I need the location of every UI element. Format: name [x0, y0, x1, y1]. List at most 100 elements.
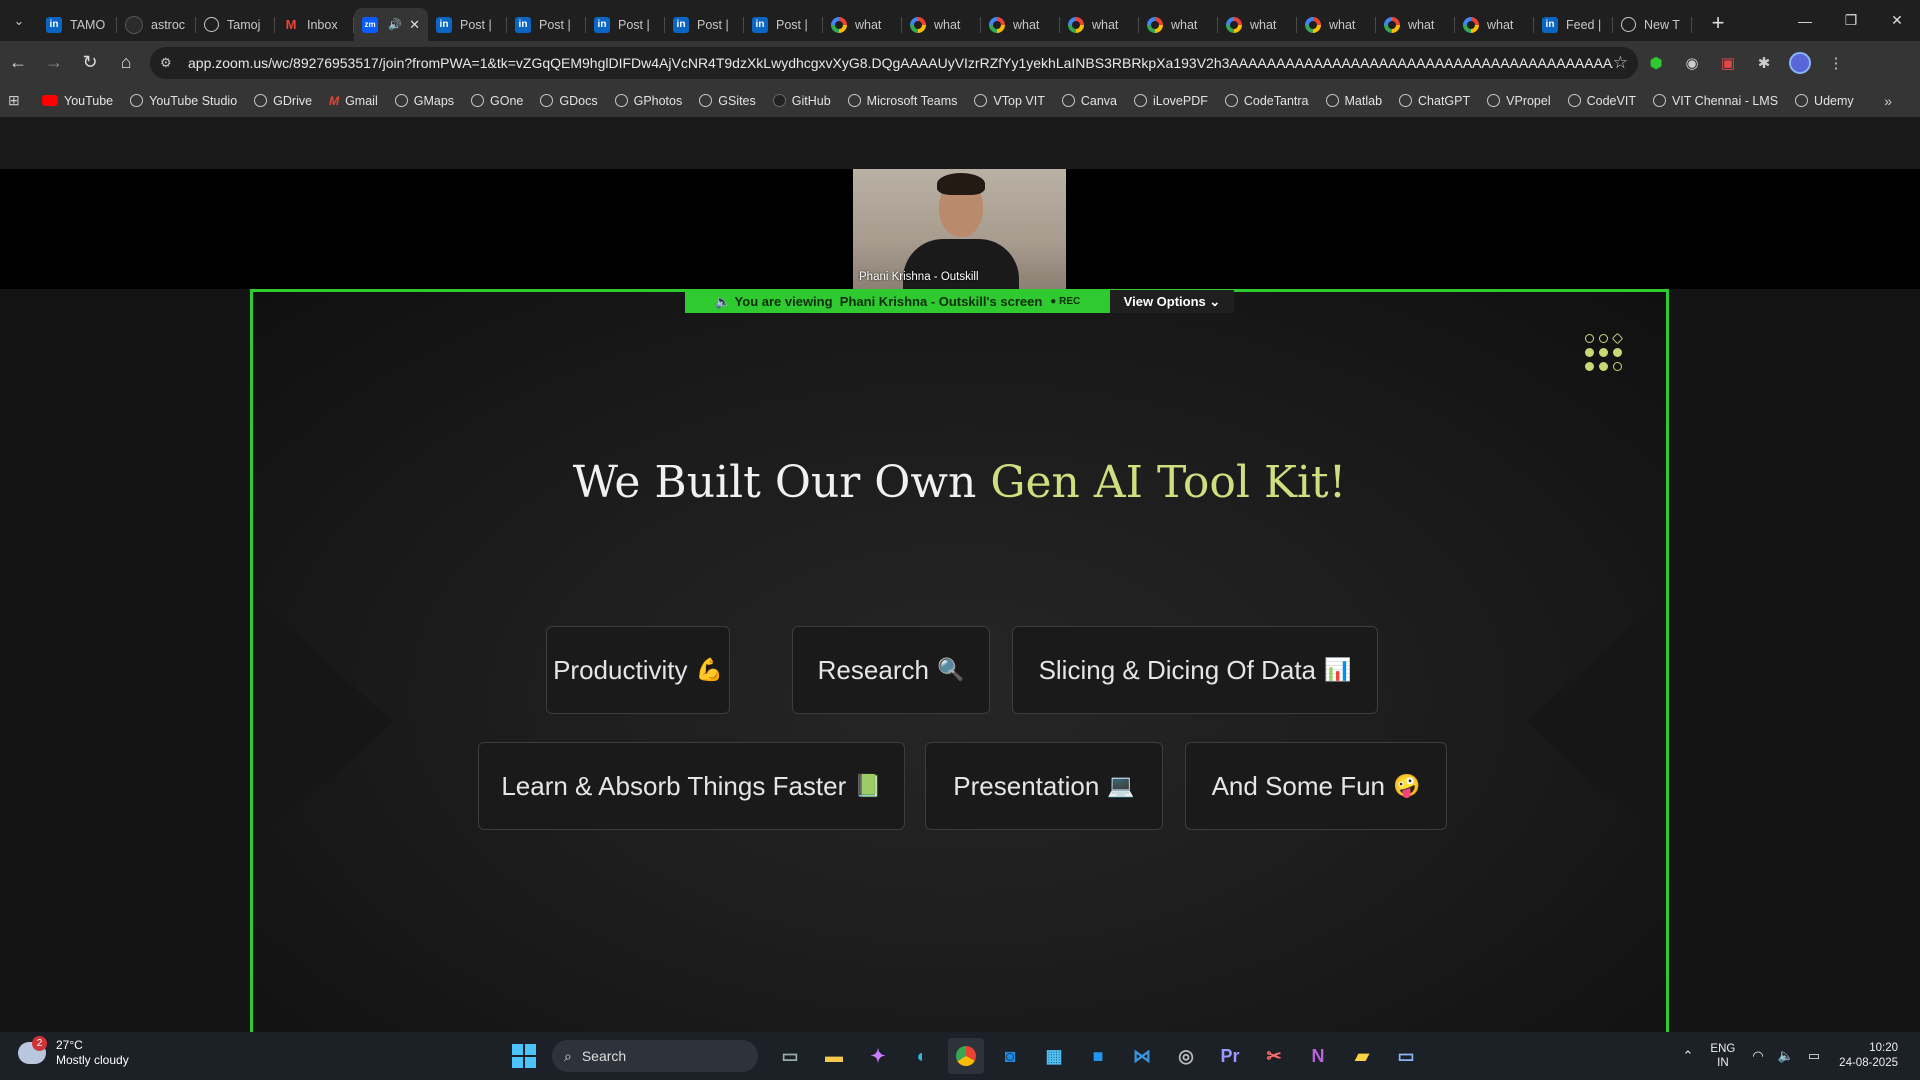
google-icon — [1305, 16, 1321, 33]
tab-linkedin-post[interactable]: in Post | — [586, 8, 665, 41]
bookmark-star-icon[interactable]: ☆ — [1613, 53, 1628, 73]
wifi-icon[interactable]: ◠ — [1752, 1048, 1763, 1064]
minimize-icon[interactable]: — — [1782, 0, 1828, 41]
bookmark-gsites[interactable]: GSites — [699, 94, 756, 108]
tab-new-tab[interactable]: New T — [1613, 8, 1692, 41]
bookmark-gdrive[interactable]: GDrive — [254, 94, 312, 108]
obs-icon[interactable]: ◎ — [1168, 1038, 1204, 1074]
bookmark-gmaps[interactable]: GMaps — [394, 94, 454, 108]
input-language[interactable]: ENG IN — [1710, 1042, 1735, 1070]
url-text[interactable]: app.zoom.us/wc/89276953517/join?fromPWA=… — [188, 55, 1613, 71]
tab-github-astro[interactable]: astroc — [117, 8, 196, 41]
taskbar-apps: ⌕ Search ▭ ▬ ✦ ◐ ◙ ▦ ■ ⋈ ◎ Pr ✂ N ▰ ▭ — [502, 1038, 1428, 1074]
restore-icon[interactable]: ❐ — [1828, 0, 1874, 41]
bookmark-gone[interactable]: GOne — [471, 94, 523, 108]
browser-menu-icon[interactable]: ⋮ — [1818, 45, 1854, 81]
show-hidden-icons-chevron-icon[interactable]: ⌃ — [1683, 1048, 1694, 1064]
bookmark-microsoft-teams[interactable]: Microsoft Teams — [847, 94, 957, 108]
tab-google-search[interactable]: what — [1218, 8, 1297, 41]
edge-icon[interactable]: ◐ — [904, 1038, 940, 1074]
bookmark-label: Canva — [1080, 93, 1117, 108]
tab-gmail-inbox[interactable]: M Inbox — [275, 8, 354, 41]
bookmark-vtop-vit[interactable]: VTop VIT — [974, 94, 1045, 108]
more-bookmarks-chevron-icon[interactable]: » — [1884, 93, 1892, 109]
clock[interactable]: 10:20 24-08-2025 — [1839, 1041, 1898, 1071]
tab-google-search[interactable]: what — [823, 8, 902, 41]
apps-grid-icon[interactable]: ⊞ — [8, 92, 30, 109]
battery-icon[interactable]: ▭ — [1808, 1048, 1820, 1064]
app-icon[interactable]: ■ — [1080, 1038, 1116, 1074]
bookmark-vpropel[interactable]: VPropel — [1487, 94, 1551, 108]
tab-google-search[interactable]: what — [1139, 8, 1218, 41]
vscode-icon[interactable]: ⋈ — [1124, 1038, 1160, 1074]
outlook-icon[interactable]: ◙ — [992, 1038, 1028, 1074]
view-options-button[interactable]: View Options ⌄ — [1110, 290, 1234, 313]
pocket-extension-icon[interactable]: ▣ — [1710, 45, 1746, 81]
bookmark-gphotos[interactable]: GPhotos — [614, 94, 682, 108]
tab-tamoj[interactable]: Tamoj — [196, 8, 275, 41]
premiere-pro-icon[interactable]: Pr — [1212, 1038, 1248, 1074]
back-arrow-icon[interactable]: ← — [0, 45, 36, 81]
shield-extension-icon[interactable]: ⬢ — [1638, 45, 1674, 81]
bookmark-matlab[interactable]: Matlab — [1325, 94, 1382, 108]
home-icon[interactable]: ⌂ — [108, 45, 144, 81]
tab-search-chevron-icon[interactable]: ⌄ — [0, 0, 38, 41]
reload-icon[interactable]: ↻ — [72, 45, 108, 81]
taskbar-search[interactable]: ⌕ Search — [552, 1040, 758, 1072]
bookmark-gmail[interactable]: M Gmail — [329, 94, 378, 108]
sticky-notes-icon[interactable]: ▰ — [1344, 1038, 1380, 1074]
tab-title: what — [1092, 17, 1119, 32]
bookmark-codevit[interactable]: CodeVIT — [1567, 94, 1636, 108]
windows-start-icon[interactable] — [506, 1038, 542, 1074]
close-tab-icon[interactable]: ✕ — [409, 17, 420, 33]
onenote-icon[interactable]: N — [1300, 1038, 1336, 1074]
site-info-icon[interactable]: ⚙ — [160, 55, 182, 71]
tab-google-search[interactable]: what — [1455, 8, 1534, 41]
github-icon — [125, 15, 143, 34]
forward-arrow-icon[interactable]: → — [36, 45, 72, 81]
tab-linkedin-post[interactable]: in Post | — [665, 8, 744, 41]
tab-linkedin-feed[interactable]: in Feed | — [1534, 8, 1613, 41]
file-explorer-icon[interactable]: ▬ — [816, 1038, 852, 1074]
profile-avatar[interactable] — [1789, 51, 1811, 74]
bookmark-gdocs[interactable]: GDocs — [540, 94, 598, 108]
weather-widget[interactable]: 2 27°C Mostly cloudy — [18, 1036, 129, 1068]
tab-google-search[interactable]: what — [1376, 8, 1455, 41]
bookmark-codetantra[interactable]: CodeTantra — [1224, 94, 1309, 108]
bookmark-youtube[interactable]: YouTube — [42, 94, 113, 108]
address-bar[interactable]: ⚙ app.zoom.us/wc/89276953517/join?fromPW… — [150, 46, 1638, 79]
close-window-icon[interactable]: ✕ — [1874, 0, 1920, 41]
tab-linkedin-post[interactable]: in Post | — [507, 8, 586, 41]
tab-google-search[interactable]: what — [902, 8, 981, 41]
shared-screen-frame: We Built Our Own Gen AI Tool Kit! Produc… — [250, 289, 1669, 1032]
weather-description: Mostly cloudy — [56, 1053, 129, 1067]
copilot-icon[interactable]: ✦ — [860, 1038, 896, 1074]
new-tab-button[interactable]: + — [1700, 5, 1736, 41]
tab-google-search[interactable]: what — [981, 8, 1060, 41]
bookmark-youtube-studio[interactable]: YouTube Studio — [130, 94, 237, 108]
bookmark-vit-chennai-lms[interactable]: VIT Chennai - LMS — [1652, 94, 1778, 108]
participant-video-tile[interactable]: Phani Krishna - Outskill — [853, 169, 1066, 289]
bookmark-ilovepdf[interactable]: iLovePDF — [1133, 94, 1208, 108]
bookmark-chatgpt[interactable]: ChatGPT — [1399, 94, 1470, 108]
tab-google-search[interactable]: what — [1297, 8, 1376, 41]
bookmark-github[interactable]: GitHub — [772, 94, 831, 108]
tab-linkedin-tamo[interactable]: in TAMO — [38, 8, 117, 41]
microsoft-store-icon[interactable]: ▦ — [1036, 1038, 1072, 1074]
chip-label: Slicing & Dicing Of Data — [1038, 654, 1317, 685]
app-icon[interactable]: ▭ — [1388, 1038, 1424, 1074]
tab-linkedin-post[interactable]: in Post | — [428, 8, 507, 41]
chrome-icon[interactable] — [948, 1038, 984, 1074]
speaker-icon[interactable]: 🔊 — [388, 18, 402, 31]
tab-title: TAMO — [70, 17, 106, 32]
bookmark-canva[interactable]: Canva — [1061, 93, 1117, 108]
tab-linkedin-post[interactable]: in Post | — [744, 8, 823, 41]
bookmark-udemy[interactable]: Udemy — [1795, 94, 1854, 108]
snipping-tool-icon[interactable]: ✂ — [1256, 1038, 1292, 1074]
volume-icon[interactable]: 🔈 — [1778, 1048, 1794, 1064]
tab-google-search[interactable]: what — [1060, 8, 1139, 41]
tab-zoom-active[interactable]: zm 🔊 ✕ — [354, 8, 428, 41]
task-view-icon[interactable]: ▭ — [772, 1038, 808, 1074]
camera-extension-icon[interactable]: ◉ — [1674, 45, 1710, 81]
extensions-puzzle-icon[interactable]: ✱ — [1746, 45, 1782, 81]
